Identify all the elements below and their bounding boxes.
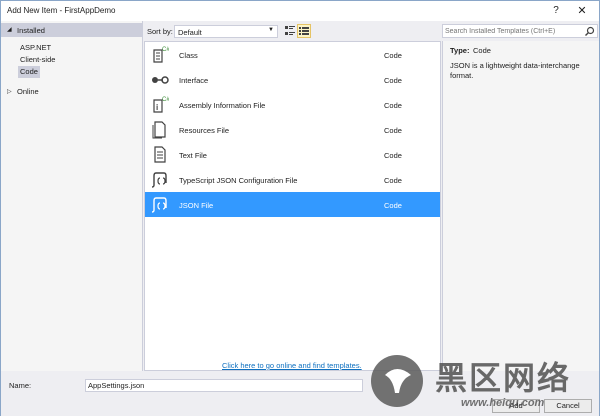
list-item-text-file[interactable]: Text File Code xyxy=(145,142,440,167)
svg-text:C#: C# xyxy=(162,97,169,103)
tree-item-client-side[interactable]: Client-side xyxy=(18,54,57,66)
grid-view-icon[interactable] xyxy=(284,25,296,37)
template-name: Text File xyxy=(179,151,207,160)
template-type: Code xyxy=(384,201,402,210)
list-item-typescript-json-config[interactable]: TypeScript JSON Configuration File Code xyxy=(145,167,440,192)
template-type: Code xyxy=(384,76,402,85)
template-type: Code xyxy=(384,176,402,185)
template-list: C# Class Code Interface Code i C# Assemb… xyxy=(144,41,441,371)
class-icon: C# xyxy=(153,47,169,63)
list-item-interface[interactable]: Interface Code xyxy=(145,67,440,92)
list-view-button[interactable] xyxy=(297,24,311,38)
close-button[interactable]: ✕ xyxy=(575,4,589,18)
sort-by-dropdown[interactable]: Default ▼ xyxy=(174,25,278,38)
template-type: Code xyxy=(384,151,402,160)
name-field[interactable] xyxy=(85,379,363,392)
template-name: Interface xyxy=(179,76,209,85)
expand-arrow-icon[interactable]: ▷ xyxy=(7,88,12,95)
type-value: Code xyxy=(473,46,491,55)
list-item-resources-file[interactable]: Resources File Code xyxy=(145,117,440,142)
add-new-item-dialog: Add New Item - FirstAppDemo ? ✕ ◢ Instal… xyxy=(0,0,600,416)
window-title: Add New Item - FirstAppDemo xyxy=(7,6,116,15)
list-toolbar: Sort by: Default ▼ xyxy=(144,23,440,39)
template-name: Resources File xyxy=(179,126,230,135)
name-label: Name: xyxy=(9,381,32,390)
list-item-assembly-info[interactable]: i C# Assembly Information File Code xyxy=(145,92,440,117)
watermark: 黑区网络 www.heiqu.com xyxy=(365,349,600,416)
template-type: Code xyxy=(384,51,402,60)
template-type: Code xyxy=(384,126,402,135)
json-file-icon xyxy=(151,197,167,213)
svg-text:C#: C# xyxy=(162,47,169,53)
tree-item-aspnet[interactable]: ASP.NET xyxy=(18,42,53,54)
search-box[interactable] xyxy=(442,24,598,38)
list-view-icon xyxy=(299,27,309,35)
template-name: TypeScript JSON Configuration File xyxy=(179,176,298,185)
assembly-info-icon: i C# xyxy=(153,97,169,113)
template-name: Assembly Information File xyxy=(179,101,266,110)
details-pane: Type: Code JSON is a lightweight data-in… xyxy=(442,41,599,371)
watermark-url: www.heiqu.com xyxy=(461,397,545,409)
text-file-icon xyxy=(154,146,166,163)
json-file-icon xyxy=(151,172,167,188)
find-templates-online-link[interactable]: Click here to go online and find templat… xyxy=(222,361,362,370)
watermark-logo-icon xyxy=(371,355,423,407)
template-description: JSON is a lightweight data-interchange f… xyxy=(450,61,580,80)
resources-file-icon xyxy=(152,121,166,139)
template-name: JSON File xyxy=(179,201,214,210)
list-item-json-file[interactable]: JSON File Code xyxy=(145,192,440,217)
list-item-class[interactable]: C# Class Code xyxy=(145,42,440,67)
collapse-arrow-icon[interactable]: ◢ xyxy=(7,26,12,33)
title-bar: Add New Item - FirstAppDemo ? ✕ xyxy=(1,1,599,21)
template-type: Code xyxy=(384,101,402,110)
interface-icon xyxy=(152,76,169,84)
tree-node-label: Installed xyxy=(17,26,45,35)
help-button[interactable]: ? xyxy=(549,4,563,18)
type-label: Type: xyxy=(450,46,470,55)
template-name: Class xyxy=(179,51,198,60)
svg-text:i: i xyxy=(156,103,158,112)
sort-by-label: Sort by: xyxy=(147,27,173,36)
tree-item-code[interactable]: Code xyxy=(18,66,40,78)
tree-node-online[interactable]: Online xyxy=(17,87,39,96)
search-input[interactable] xyxy=(445,26,581,37)
tree-node-installed[interactable]: ◢ Installed xyxy=(1,23,142,37)
watermark-text: 黑区网络 xyxy=(435,360,572,396)
sort-by-value: Default xyxy=(178,28,202,37)
chevron-down-icon: ▼ xyxy=(268,27,274,33)
category-tree: ◢ Installed ASP.NET Client-side Code ▷ O… xyxy=(1,21,143,371)
search-icon[interactable] xyxy=(584,26,595,37)
